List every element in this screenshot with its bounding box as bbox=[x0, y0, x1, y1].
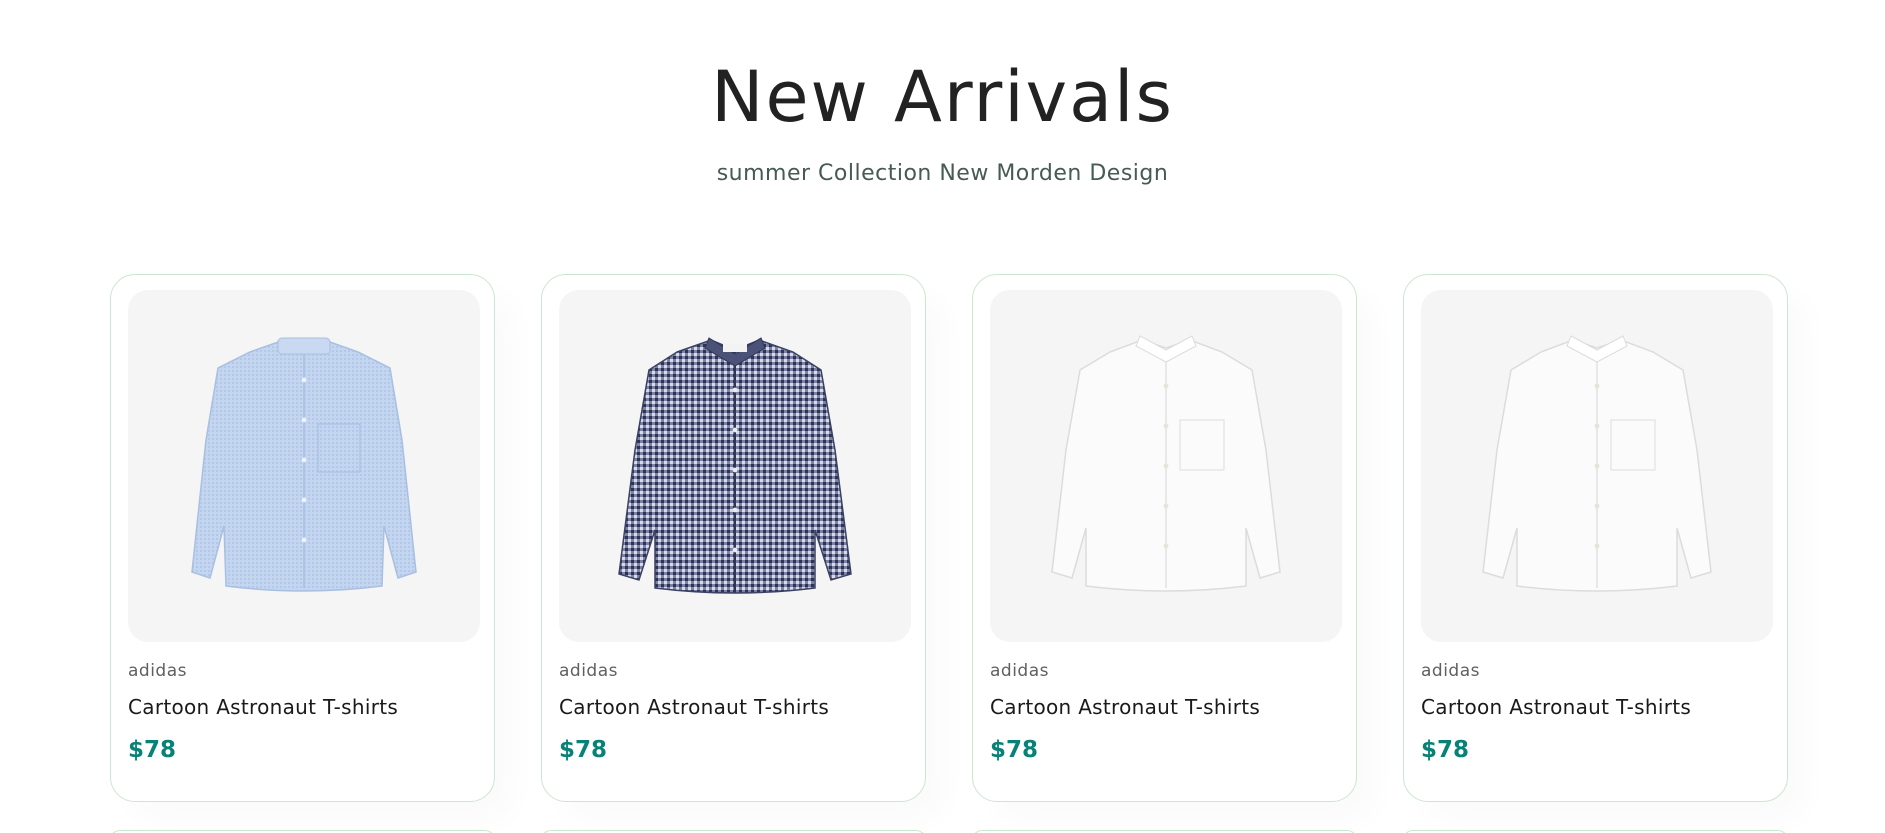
new-arrivals-section: New Arrivals summer Collection New Morde… bbox=[0, 0, 1885, 833]
product-brand: adidas bbox=[990, 661, 1049, 681]
product-brand: adidas bbox=[1421, 661, 1480, 681]
product-price: $78 bbox=[1421, 737, 1470, 763]
product-grid: adidas Cartoon Astronaut T-shirts $78 ad… bbox=[110, 274, 1790, 804]
light-blue-shirt-icon bbox=[191, 337, 417, 592]
product-name[interactable]: Cartoon Astronaut T-shirts bbox=[990, 694, 1260, 720]
product-image[interactable] bbox=[1421, 290, 1773, 642]
product-price: $78 bbox=[990, 737, 1039, 763]
section-subtitle: summer Collection New Morden Design bbox=[716, 161, 1169, 186]
white-shirt-icon bbox=[1051, 335, 1281, 592]
product-name[interactable]: Cartoon Astronaut T-shirts bbox=[128, 694, 398, 720]
product-price: $78 bbox=[128, 737, 177, 763]
product-name[interactable]: Cartoon Astronaut T-shirts bbox=[559, 694, 829, 720]
product-name[interactable]: Cartoon Astronaut T-shirts bbox=[1421, 694, 1691, 720]
product-image[interactable] bbox=[128, 290, 480, 642]
section-title: New Arrivals bbox=[711, 56, 1174, 138]
product-brand: adidas bbox=[559, 661, 618, 681]
product-price: $78 bbox=[559, 737, 608, 763]
product-card[interactable]: adidas Cartoon Astronaut T-shirts $78 bbox=[541, 274, 926, 802]
product-card[interactable]: adidas Cartoon Astronaut T-shirts $78 bbox=[1403, 274, 1788, 802]
product-image[interactable] bbox=[990, 290, 1342, 642]
product-card[interactable]: adidas Cartoon Astronaut T-shirts $78 bbox=[972, 274, 1357, 802]
product-image[interactable] bbox=[559, 290, 911, 642]
product-card[interactable]: adidas Cartoon Astronaut T-shirts $78 bbox=[110, 274, 495, 802]
white-shirt-icon bbox=[1482, 335, 1712, 592]
navy-gingham-shirt-icon bbox=[618, 337, 852, 594]
product-brand: adidas bbox=[128, 661, 187, 681]
